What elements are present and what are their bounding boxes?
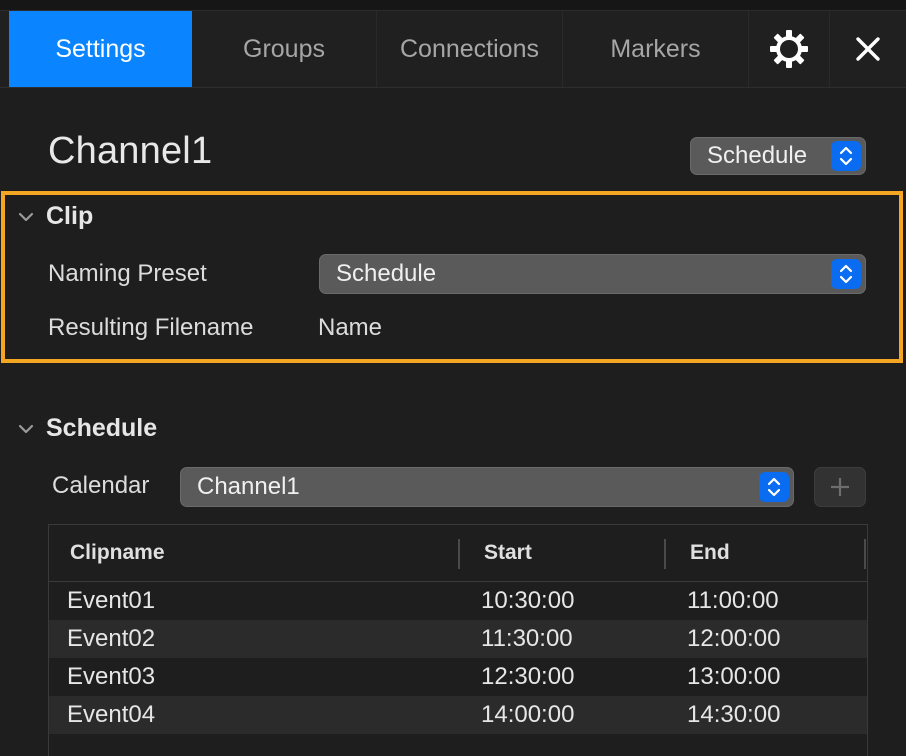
window-top-edge [0, 0, 906, 11]
gear-icon [769, 29, 809, 69]
cell-end: 11:00:00 [687, 587, 779, 614]
cell-clipname: Event01 [67, 587, 156, 614]
clip-section-title: Clip [46, 202, 94, 230]
channel-title: Channel1 [48, 130, 213, 172]
column-header-start[interactable]: Start [484, 525, 532, 581]
naming-preset-label: Naming Preset [48, 260, 207, 287]
chevron-down-icon [18, 423, 34, 435]
up-down-chevron-icon [831, 141, 861, 171]
table-row[interactable]: Event03 12:30:00 13:00:00 [49, 658, 867, 696]
column-header-end[interactable]: End [690, 525, 730, 581]
naming-preset-value: Schedule [336, 260, 437, 287]
channel-mode-value: Schedule [707, 142, 808, 169]
table-header: Clipname Start End [49, 525, 867, 582]
column-divider[interactable] [864, 539, 866, 569]
settings-gear-button[interactable] [749, 11, 830, 87]
close-icon [855, 36, 881, 62]
calendar-popup[interactable]: Channel1 [180, 467, 794, 507]
resulting-filename-value: Name [318, 314, 383, 341]
cell-clipname: Event03 [67, 663, 156, 690]
cell-start: 11:30:00 [481, 625, 573, 652]
schedule-section-header[interactable]: Schedule [18, 414, 157, 443]
column-divider[interactable] [458, 539, 460, 569]
app-window: Settings Groups Connections Markers Chan… [0, 0, 906, 756]
add-calendar-button[interactable] [814, 467, 866, 507]
chevron-down-icon [18, 211, 34, 223]
resulting-filename-label: Resulting Filename [48, 314, 254, 341]
close-button[interactable] [830, 11, 906, 87]
tab-connections[interactable]: Connections [377, 11, 563, 87]
cell-start: 12:30:00 [481, 663, 575, 690]
schedule-section-title: Schedule [46, 414, 158, 442]
cell-end: 12:00:00 [687, 625, 781, 652]
naming-preset-popup[interactable]: Schedule [319, 254, 866, 294]
tab-settings[interactable]: Settings [9, 11, 192, 87]
tab-bar-divider [0, 87, 906, 88]
cell-start: 14:00:00 [481, 701, 575, 728]
cell-start: 10:30:00 [481, 587, 575, 614]
cell-clipname: Event02 [67, 625, 156, 652]
calendar-value: Channel1 [197, 473, 300, 500]
table-row[interactable]: Event04 14:00:00 14:30:00 [49, 696, 867, 734]
tab-markers[interactable]: Markers [563, 11, 749, 87]
schedule-table: Clipname Start End Event01 10:30:00 11:0… [48, 524, 868, 756]
column-header-clipname[interactable]: Clipname [70, 525, 165, 581]
up-down-chevron-icon [831, 259, 861, 289]
table-row[interactable]: Event01 10:30:00 11:00:00 [49, 582, 867, 620]
tab-bar: Settings Groups Connections Markers [0, 11, 906, 87]
clip-section-header[interactable]: Clip [18, 202, 93, 231]
up-down-chevron-icon [759, 472, 789, 502]
tab-groups[interactable]: Groups [192, 11, 377, 87]
plus-icon [829, 476, 851, 498]
channel-mode-popup[interactable]: Schedule [690, 137, 866, 175]
column-divider[interactable] [664, 539, 666, 569]
cell-clipname: Event04 [67, 701, 156, 728]
cell-end: 14:30:00 [687, 701, 781, 728]
calendar-label: Calendar [52, 472, 150, 499]
table-row[interactable]: Event02 11:30:00 12:00:00 [49, 620, 867, 658]
cell-end: 13:00:00 [687, 663, 781, 690]
